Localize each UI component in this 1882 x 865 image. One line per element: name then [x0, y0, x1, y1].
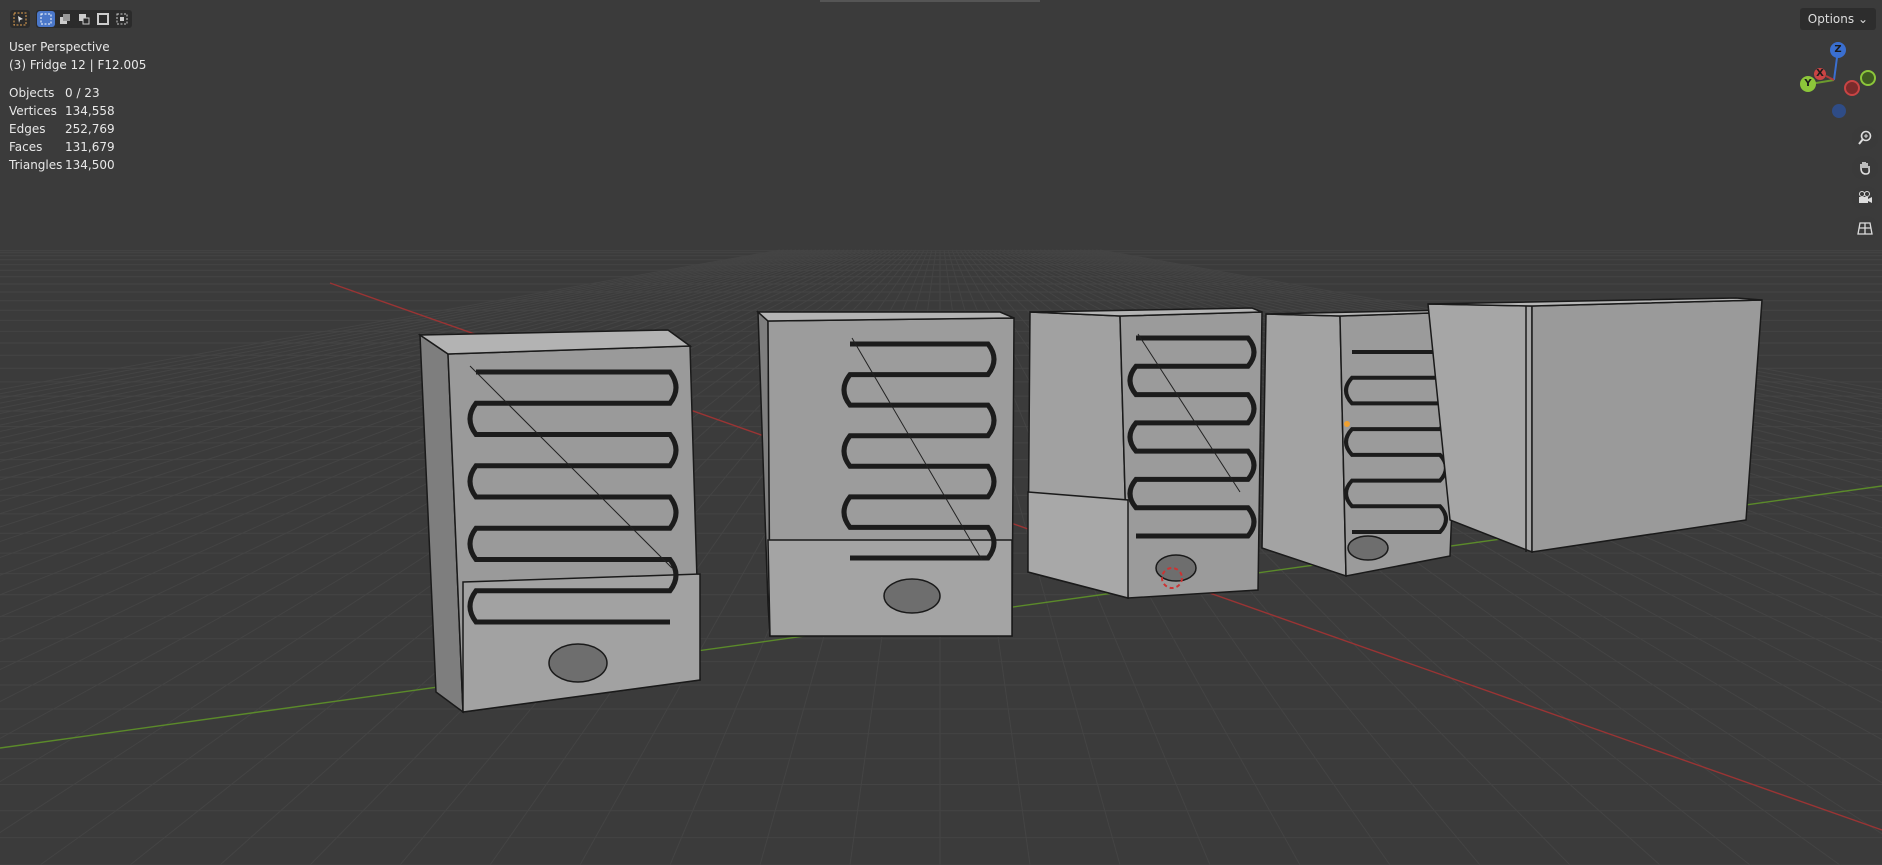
- gizmo-neg-x[interactable]: [1844, 80, 1860, 96]
- stat-objects: Objects 0 / 23: [9, 86, 100, 100]
- header-strip: [820, 0, 1040, 2]
- select-extend-icon[interactable]: [56, 11, 74, 27]
- 3d-viewport[interactable]: Options ⌄ User Perspective (3) Fridge 12…: [0, 0, 1882, 865]
- gizmo-neg-y[interactable]: [1860, 70, 1876, 86]
- box-5[interactable]: [1427, 297, 1763, 554]
- select-invert-icon[interactable]: [94, 11, 112, 27]
- camera-icon[interactable]: [1852, 186, 1878, 210]
- select-tool-icon[interactable]: [10, 10, 30, 28]
- options-dropdown[interactable]: Options ⌄: [1799, 8, 1876, 30]
- stat-edges: Edges 252,769: [9, 122, 115, 136]
- stat-faces: Faces 131,679: [9, 140, 115, 154]
- fridge-4[interactable]: [1261, 309, 1461, 578]
- viewport-nav-tools: [1852, 126, 1878, 240]
- origin-point: [1344, 421, 1350, 427]
- grid-icon[interactable]: [1852, 216, 1878, 240]
- fridge-4-compressor: [1347, 535, 1389, 561]
- fridge-1-compressor: [548, 643, 608, 683]
- gizmo-neg-z[interactable]: [1832, 104, 1846, 118]
- active-object: (3) Fridge 12 | F12.005: [9, 58, 147, 72]
- stat-vertices: Vertices 134,558: [9, 104, 115, 118]
- fridge-1[interactable]: [417, 329, 701, 714]
- options-label: Options: [1807, 12, 1855, 26]
- stat-triangles: Triangles 134,500: [9, 158, 115, 172]
- fridge-2-compressor: [883, 578, 941, 614]
- select-subtract-icon[interactable]: [75, 11, 93, 27]
- view-name: User Perspective: [9, 40, 110, 54]
- gizmo-x-axis[interactable]: X: [1814, 68, 1826, 80]
- navigation-gizmo[interactable]: Z Y X: [1788, 38, 1876, 124]
- zoom-icon[interactable]: [1852, 126, 1878, 150]
- tool-header: [10, 8, 132, 30]
- hand-pan-icon[interactable]: [1852, 156, 1878, 180]
- scene-statistics: Objects 0 / 23 Vertices 134,558 Edges 252,7…: [9, 84, 146, 174]
- fridge-3[interactable]: [1027, 307, 1263, 599]
- select-new-icon[interactable]: [37, 11, 55, 27]
- select-mode-group: [36, 10, 132, 28]
- gizmo-z-axis[interactable]: Z: [1830, 42, 1846, 58]
- gizmo-y-axis[interactable]: Y: [1800, 76, 1816, 92]
- select-intersect-icon[interactable]: [113, 11, 131, 27]
- viewport-info: User Perspective (3) Fridge 12 | F12.005…: [9, 38, 146, 174]
- chevron-down-icon: ⌄: [1857, 12, 1868, 26]
- scene-view: [0, 249, 1882, 865]
- fridge-2[interactable]: [756, 310, 1015, 637]
